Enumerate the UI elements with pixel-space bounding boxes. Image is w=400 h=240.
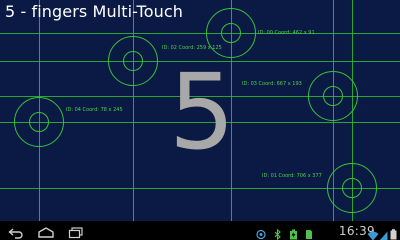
recent-apps-icon[interactable] [68, 224, 84, 240]
touch-01-inner-circle [342, 178, 362, 198]
storage-icon [305, 225, 313, 240]
touch-02-inner-circle [123, 51, 143, 71]
touch-00-inner-circle [221, 23, 241, 43]
system-bar: 16:39 [0, 221, 400, 240]
bluetooth-icon [274, 225, 282, 240]
multitouch-canvas[interactable]: ID: 00 Coord: 462 x 91 ID: 02 Coord: 259… [0, 0, 400, 221]
battery-saver-icon [289, 225, 298, 240]
usb-debug-icon [256, 225, 266, 240]
back-icon[interactable] [8, 224, 24, 240]
touch-04-coord-label: ID: 04 Coord: 78 x 245 [66, 107, 123, 113]
wifi-icon [367, 226, 379, 240]
touch-01-coord-label: ID: 01 Coord: 706 x 377 [262, 173, 322, 179]
touch-03-coord-label: ID: 03 Coord: 667 x 193 [242, 81, 302, 87]
battery-icon [390, 225, 397, 240]
android-screen: ID: 00 Coord: 462 x 91 ID: 02 Coord: 259… [0, 0, 400, 240]
app-title: 5 - fingers Multi-Touch [5, 2, 183, 21]
touch-03-inner-circle [323, 86, 343, 106]
finger-count-display: 5 [168, 51, 236, 173]
touch-02-vertical-line [133, 0, 134, 221]
home-icon[interactable] [37, 224, 55, 240]
touch-00-coord-label: ID: 00 Coord: 462 x 91 [258, 30, 315, 36]
signal-icon [379, 226, 388, 240]
touch-00-horizontal-line [0, 33, 400, 34]
touch-04-inner-circle [29, 112, 49, 132]
